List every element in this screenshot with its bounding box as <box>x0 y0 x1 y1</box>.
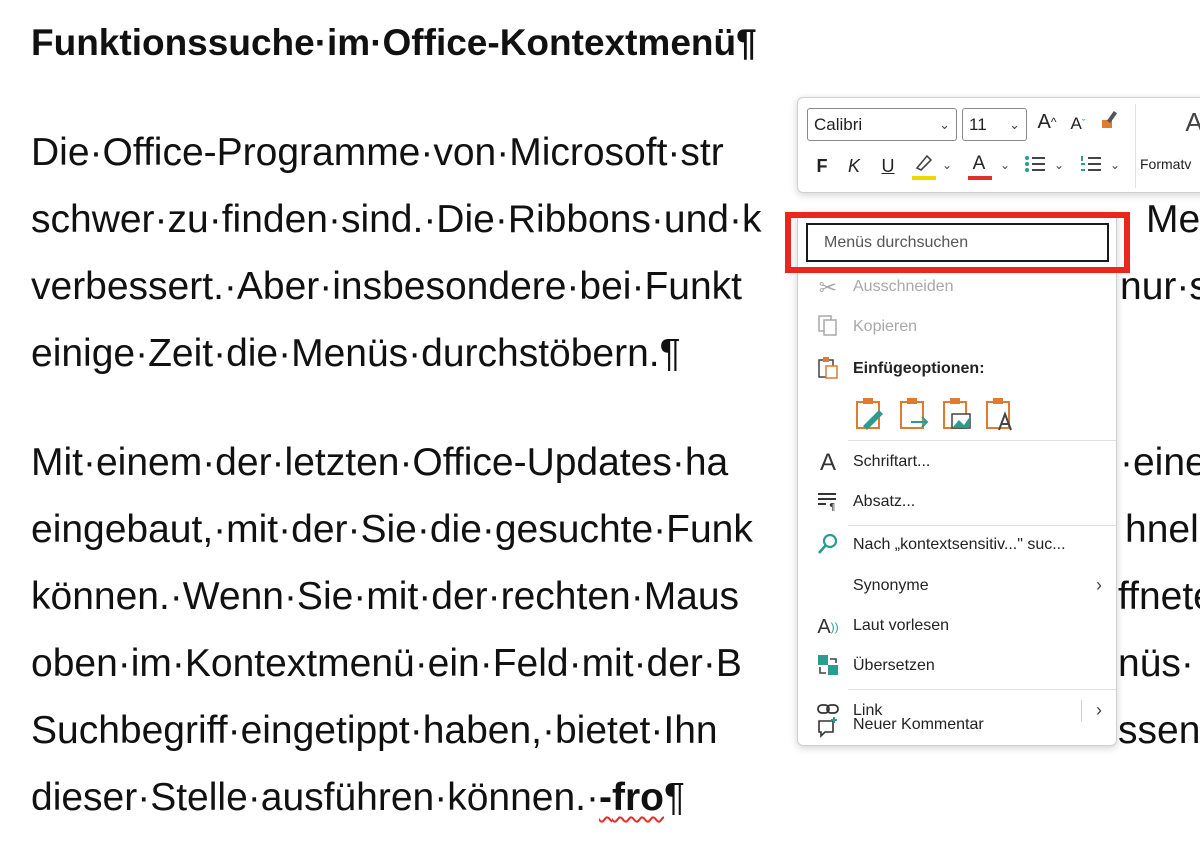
read-aloud-icon: A)) <box>817 616 839 638</box>
font-shrink-icon[interactable]: Aˇ <box>1066 112 1090 136</box>
bold-button[interactable]: F <box>812 154 832 178</box>
paste-picture-button[interactable] <box>940 396 974 434</box>
paragraph-fragment: hnel <box>1125 508 1199 551</box>
underline-button[interactable]: U <box>878 154 898 178</box>
menu-item-copy[interactable]: Kopieren <box>798 310 1116 346</box>
pilcrow: ¶ <box>663 776 685 819</box>
numbered-list-button[interactable] <box>1078 152 1104 182</box>
font-size-select[interactable]: 11 ⌄ <box>962 108 1027 141</box>
paste-merge-format-icon <box>900 398 929 429</box>
menu-item-translate[interactable]: Übersetzen <box>798 649 1116 685</box>
paragraph-line: verbessert.·Aber·insbesondere·bei·Funkt <box>31 265 742 308</box>
document-heading: Funktionssuche·im·Office-Kontextmenü¶ <box>31 22 757 63</box>
paragraph-fragment: nur·s <box>1120 265 1200 308</box>
search-icon <box>814 532 842 560</box>
menu-item-label: Kopieren <box>853 318 918 335</box>
menu-item-label: Laut vorlesen <box>853 617 950 634</box>
menu-item-font[interactable]: A Schriftart... <box>798 445 1116 481</box>
chevron-down-icon: ⌄ <box>1009 117 1020 132</box>
translate-icon <box>814 653 842 681</box>
menu-item-label: Übersetzen <box>853 657 935 674</box>
menu-item-paste-options: Einfügeoptionen: <box>798 352 1116 388</box>
font-size-value: 11 <box>969 115 987 134</box>
paste-text-only-button[interactable] <box>983 396 1017 434</box>
chevron-down-icon[interactable]: ⌄ <box>1110 158 1120 172</box>
italic-button[interactable]: K <box>844 154 864 178</box>
menu-item-label: Synonyme <box>853 577 929 594</box>
paragraph-line: können.·Wenn·Sie·mit·der·rechten·Maus <box>31 575 740 618</box>
paragraph-line: Die·Office-Programme·von·Microsoft·str <box>31 131 724 174</box>
menu-item-synonyms[interactable]: Synonyme › <box>798 569 1116 605</box>
menu-search-input[interactable]: Menüs durchsuchen <box>806 223 1109 262</box>
menu-separator <box>848 525 1116 526</box>
font-grow-icon[interactable]: A^ <box>1034 110 1060 134</box>
numbered-list-icon <box>1081 156 1101 171</box>
paste-picture-icon <box>943 398 971 429</box>
paragraph-fragment: ffnete <box>1118 575 1200 618</box>
menu-item-search[interactable]: Nach „kontextsensitiv..." suc... <box>798 528 1116 564</box>
bullet-list-button[interactable] <box>1022 152 1048 182</box>
font-name-value: Calibri <box>814 115 863 134</box>
mini-toolbar: Calibri ⌄ 11 ⌄ A^ Aˇ F K U ⌄ A ⌄ ⌄ ⌄ A F… <box>797 97 1200 193</box>
paste-text-only-icon <box>986 398 1012 431</box>
chevron-right-icon: › <box>1096 575 1102 595</box>
menu-search-placeholder: Menüs durchsuchen <box>824 234 969 251</box>
toolbar-divider <box>1135 104 1136 188</box>
paragraph-line: Suchbegriff·eingetippt·haben,·bietet·Ihn <box>31 709 718 752</box>
paragraph-fragment: ssend <box>1118 709 1200 752</box>
paste-keep-format-icon <box>856 398 883 430</box>
bold-dash: - <box>598 776 612 819</box>
bullet-list-icon <box>1025 156 1045 172</box>
format-painter-icon[interactable] <box>1098 108 1124 140</box>
menu-item-label: Neuer Kommentar <box>853 716 984 733</box>
menu-item-label: Nach „kontextsensitiv..." suc... <box>853 536 1066 553</box>
svg-text:¶: ¶ <box>829 502 835 511</box>
menu-item-label: Einfügeoptionen: <box>853 360 985 377</box>
paragraph-line-last: dieser·Stelle·ausführen·können.·-fro¶ <box>31 775 685 821</box>
clipboard-icon <box>814 356 842 384</box>
paste-merge-formatting-button[interactable] <box>897 396 931 434</box>
chevron-down-icon[interactable]: ⌄ <box>1054 158 1064 172</box>
menu-separator <box>848 440 1116 441</box>
paste-keep-formatting-button[interactable] <box>853 396 887 434</box>
paragraph-line: Mit·einem·der·letzten·Office-Updates·ha <box>31 441 729 484</box>
paragraph-fragment: Me <box>1146 198 1200 241</box>
menu-item-label: Absatz... <box>853 493 916 510</box>
chevron-down-icon: ⌄ <box>939 117 950 132</box>
paragraph-fragment: nüs· <box>1118 642 1194 685</box>
line-text: dieser·Stelle·ausführen·können.· <box>31 776 599 819</box>
menu-item-paragraph[interactable]: ¶ Absatz... <box>798 485 1116 521</box>
paragraph-line: eingebaut,·mit·der·Sie·die·gesuchte·Funk <box>31 508 753 551</box>
menu-item-read-aloud[interactable]: A)) Laut vorlesen <box>798 609 1116 645</box>
styles-button-label[interactable]: Formatv <box>1140 156 1191 172</box>
menu-item-label: Schriftart... <box>853 453 931 470</box>
font-color-button[interactable]: A <box>968 152 990 176</box>
paragraph-line: einige·Zeit·die·Menüs·durchstöbern.¶ <box>31 332 681 375</box>
chevron-down-icon[interactable]: ⌄ <box>1000 158 1010 172</box>
font-icon: A <box>819 449 836 476</box>
menu-item-cut[interactable]: ✂ Ausschneiden <box>798 270 1116 306</box>
menu-item-new-comment[interactable]: Neuer Kommentar <box>798 706 1116 742</box>
styles-icon[interactable]: A <box>1182 109 1200 135</box>
comment-icon <box>814 716 842 744</box>
chevron-down-icon[interactable]: ⌄ <box>942 158 952 172</box>
paragraph-line: schwer·zu·finden·sind.·Die·Ribbons·und·k <box>31 198 762 241</box>
highlighter-icon <box>915 154 933 171</box>
paragraph-line: oben·im·Kontextmenü·ein·Feld·mit·der·B <box>31 642 742 685</box>
menu-separator <box>848 689 1116 690</box>
font-name-select[interactable]: Calibri ⌄ <box>807 108 957 141</box>
menu-item-label: Ausschneiden <box>853 278 954 295</box>
highlight-color-swatch <box>912 176 936 180</box>
copy-icon <box>814 314 842 342</box>
paragraph-fragment: ·eine <box>1120 441 1200 484</box>
paragraph-icon: ¶ <box>814 489 842 517</box>
bold-author-tag: fro <box>611 776 664 819</box>
scissors-icon: ✂ <box>818 275 838 300</box>
font-color-swatch <box>968 176 992 180</box>
